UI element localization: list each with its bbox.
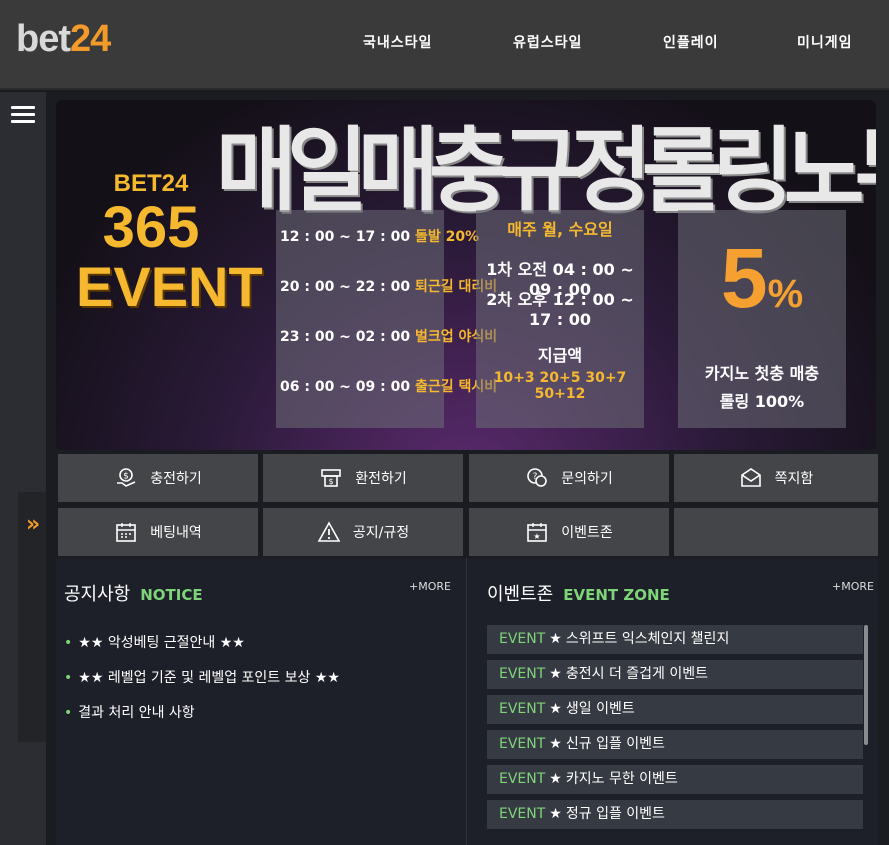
- event-row[interactable]: EVENT ★ 충전시 더 즐겁게 이벤트: [487, 660, 863, 689]
- casino-percent: 5%: [720, 231, 804, 325]
- schedule-row: 20 : 00 ~ 22 : 00 퇴근길 대리비: [280, 279, 498, 295]
- section-divider: [466, 558, 467, 845]
- warning-icon: [317, 521, 341, 542]
- svg-text:?: ?: [533, 472, 538, 482]
- svg-text:$: $: [123, 472, 129, 482]
- quick-menu: $ 충전하기 $ 환전하기 ? 문의하기 쪽지함 베팅내역 공지/규정 ★ 이벤…: [58, 454, 878, 556]
- deposit-icon: $: [117, 468, 136, 487]
- promo-banner[interactable]: 매일매충규정롤링노무 BET24 365 EVENT 12 : 00 ~ 17 …: [56, 100, 876, 450]
- top-header: bet24 국내스타일 유럽스타일 인플레이 미니게임: [0, 0, 889, 90]
- withdraw-button[interactable]: $ 환전하기: [263, 454, 463, 502]
- weekly-panel: 매주 월, 수요일 1차 오전 04 : 00 ~ 09 : 00 2차 오후 …: [476, 210, 644, 428]
- notice-title: 공지사항 NOTICE: [64, 584, 203, 605]
- svg-text:$: $: [329, 477, 334, 486]
- event-row[interactable]: EVENT ★ 생일 이벤트: [487, 695, 863, 724]
- notice-item[interactable]: • ★★ 악성베팅 근절안내 ★★: [64, 632, 245, 652]
- left-sidebar: [0, 92, 46, 845]
- weekly-head: 매주 월, 수요일: [507, 220, 613, 239]
- calendar-icon: [116, 523, 137, 542]
- betting-history-button[interactable]: 베팅내역: [58, 508, 258, 556]
- expand-arrow-icon[interactable]: »: [26, 512, 40, 537]
- schedule-row: 23 : 00 ~ 02 : 00 벌크업 야식비: [280, 329, 498, 345]
- deposit-button[interactable]: $ 충전하기: [58, 454, 258, 502]
- nav-european-style[interactable]: 유럽스타일: [513, 32, 582, 52]
- event-zone-button[interactable]: ★ 이벤트존: [469, 508, 669, 556]
- mail-icon: [740, 468, 761, 487]
- menu-icon[interactable]: [11, 106, 35, 124]
- nav-domestic-style[interactable]: 국내스타일: [363, 32, 432, 52]
- inquiry-button[interactable]: ? 문의하기: [469, 454, 669, 502]
- event-row[interactable]: EVENT ★ 정규 입플 이벤트: [487, 800, 863, 829]
- event-more-link[interactable]: +MORE: [832, 580, 874, 593]
- nav-inplay[interactable]: 인플레이: [663, 32, 719, 52]
- messages-button[interactable]: 쪽지함: [674, 454, 878, 502]
- weekly-sub: 지급액: [537, 346, 583, 365]
- schedule-panel: 12 : 00 ~ 17 : 00 돌발 20% 20 : 00 ~ 22 : …: [276, 210, 497, 428]
- withdraw-icon: $: [321, 469, 342, 487]
- notice-rules-button[interactable]: 공지/규정: [263, 508, 463, 556]
- weekly-line2: 2차 오후 12 : 00 ~ 17 : 00: [486, 290, 634, 329]
- casino-panel: 5% 카지노 첫충 매충 롤링 100%: [678, 210, 846, 428]
- svg-text:★: ★: [534, 532, 541, 541]
- lower-sections: 공지사항 NOTICE +MORE • ★★ 악성베팅 근절안내 ★★ • ★★ 레벨…: [56, 558, 878, 845]
- main-nav: 국내스타일 유럽스타일 인플레이 미니게임: [0, 32, 889, 56]
- event-list-scrollbar[interactable]: [864, 625, 868, 745]
- schedule-row: 12 : 00 ~ 17 : 00 돌발 20%: [280, 229, 480, 245]
- notice-more-link[interactable]: +MORE: [409, 580, 451, 593]
- casino-line2: 롤링 100%: [719, 392, 805, 411]
- notice-item[interactable]: • ★★ 레벨업 기준 및 레벨업 포인트 보상 ★★: [64, 667, 340, 687]
- inquiry-icon: ?: [527, 468, 548, 487]
- event-calendar-icon: ★: [527, 523, 548, 542]
- schedule-row: 06 : 00 ~ 09 : 00 출근길 택시비: [280, 379, 498, 395]
- event-row[interactable]: EVENT ★ 스위프트 익스체인지 챌린지: [487, 625, 863, 654]
- casino-line1: 카지노 첫충 매충: [704, 364, 820, 383]
- event-row[interactable]: EVENT ★ 신규 입플 이벤트: [487, 730, 863, 759]
- nav-minigame[interactable]: 미니게임: [797, 32, 853, 52]
- empty-slot: [674, 508, 878, 556]
- event-badge: BET24 365 EVENT: [76, 170, 263, 318]
- event-title: 이벤트존 EVENT ZONE: [487, 584, 670, 605]
- notice-item[interactable]: • 결과 처리 안내 사항: [64, 702, 195, 722]
- weekly-amounts: 10+3 20+5 30+7 50+12: [493, 370, 627, 402]
- event-row[interactable]: EVENT ★ 카지노 무한 이벤트: [487, 765, 863, 794]
